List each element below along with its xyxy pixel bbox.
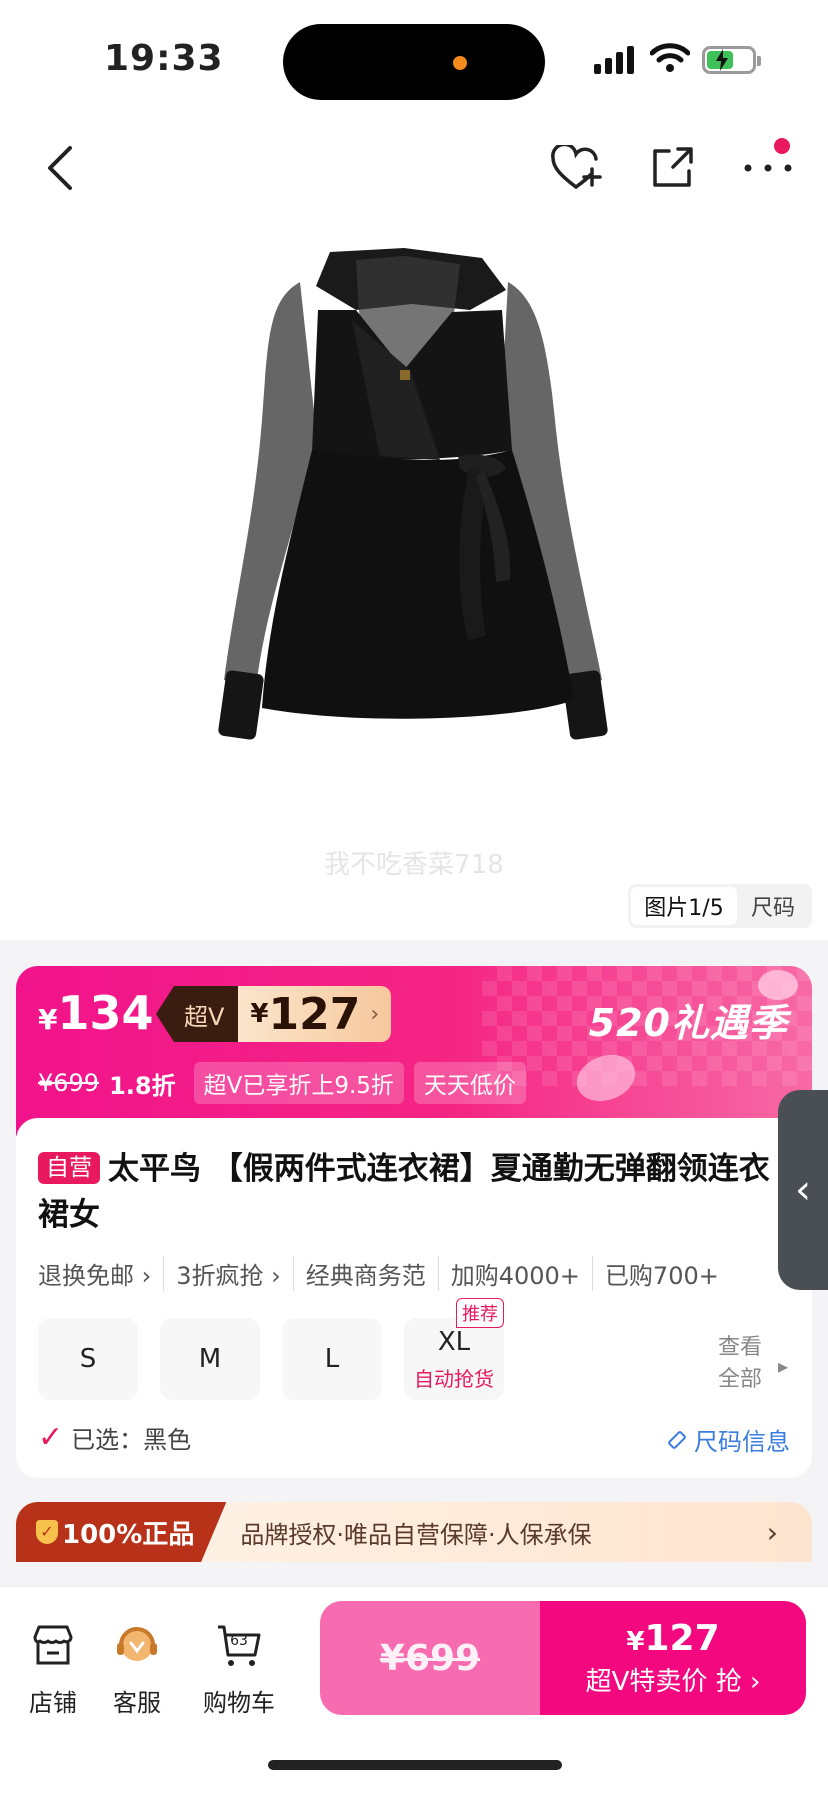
tag-style: 经典商务范 (292, 1256, 438, 1291)
tag-purchased-count: 已购700+ (591, 1256, 731, 1291)
cart-button[interactable]: 63 购物车 (194, 1621, 284, 1718)
superv-discount-chip: 超V已享折上9.5折 (193, 1062, 404, 1104)
season-title: 520礼遇季 (588, 1001, 788, 1045)
chevron-right-icon: › (766, 1516, 778, 1549)
size-option-xl[interactable]: 推荐 XL 自动抢货 (404, 1298, 504, 1400)
price-banner: ¥134 超V ¥127 › 520礼遇季 ¥699 1.8折 超V已享折上9.5… (16, 966, 812, 1136)
superv-label: 超V (156, 986, 239, 1042)
chevron-right-icon: › (370, 1001, 380, 1027)
chevron-right-icon: ▸ (778, 1354, 789, 1378)
battery-icon (702, 46, 761, 74)
signal-icon (594, 44, 636, 74)
tag-flash-sale[interactable]: 3折疯抢 › (163, 1256, 293, 1291)
cart-count: 63 (230, 1633, 248, 1649)
side-drawer-handle[interactable]: ‹ (778, 1090, 828, 1290)
buy-label: 超V特卖价 抢 › (585, 1667, 761, 1697)
tab-images[interactable]: 图片1/5 (631, 887, 737, 925)
dynamic-island (283, 24, 545, 100)
size-option-m[interactable]: M (160, 1318, 260, 1400)
daily-low-price-chip: 天天低价 (413, 1062, 526, 1104)
ruler-icon (668, 1430, 686, 1449)
current-price: ¥134 (38, 986, 154, 1040)
store-icon (33, 1625, 73, 1665)
wifi-icon (650, 43, 690, 72)
status-bar: 19:33 (0, 0, 828, 120)
size-info-link[interactable]: 尺码信息 (666, 1422, 790, 1457)
status-time: 19:33 (104, 38, 224, 79)
authentic-badge: ✓ 100%正品 (16, 1502, 227, 1562)
self-operated-badge: 自营 (38, 1152, 100, 1184)
auto-grab-label: 自动抢货 (414, 1366, 494, 1391)
product-info-card: 自营 太平鸟 【假两件式连衣裙】夏通勤无弹翻领连衣裙女 退换免邮 › 3折疯抢 ›… (16, 1118, 812, 1478)
recommended-badge: 推荐 (456, 1298, 504, 1328)
tab-size[interactable]: 尺码 (737, 890, 809, 922)
buy-price: 127 (644, 1618, 720, 1659)
superv-price: 127 (268, 988, 361, 1040)
favorite-add-icon[interactable] (546, 138, 606, 198)
recording-dot-icon (453, 56, 467, 70)
product-image[interactable] (0, 220, 828, 860)
product-tags: 退换免邮 › 3折疯抢 › 经典商务范 加购4000+ 已购700+ (38, 1256, 731, 1291)
size-option-l[interactable]: L (282, 1318, 382, 1400)
shield-icon: ✓ (36, 1520, 58, 1544)
view-all-sizes[interactable]: 查看全部 (718, 1332, 778, 1396)
original-price-button[interactable]: ¥699 (320, 1601, 540, 1715)
product-gallery[interactable]: 我不吃香菜718 图片1/5 尺码 (0, 220, 828, 940)
chevron-left-icon: ‹ (795, 1167, 811, 1213)
watermark: 我不吃香菜718 (324, 850, 504, 880)
tag-free-return[interactable]: 退换免邮 › (38, 1256, 163, 1291)
authenticity-banner[interactable]: ✓ 100%正品 品牌授权·唯品自营保障·人保承保 › (16, 1502, 812, 1562)
size-selector: S M L 推荐 XL 自动抢货 (38, 1298, 504, 1400)
selected-variant[interactable]: ✓ 已选：黑色 (38, 1420, 191, 1455)
product-title: 自营 太平鸟 【假两件式连衣裙】夏通勤无弹翻领连衣裙女 (38, 1151, 770, 1233)
notification-dot-icon (774, 138, 790, 154)
original-price: ¥699 (38, 1069, 100, 1097)
customer-service-icon (117, 1627, 157, 1661)
size-option-s[interactable]: S (38, 1318, 138, 1400)
home-indicator[interactable] (268, 1760, 562, 1770)
gallery-tabs: 图片1/5 尺码 (628, 884, 812, 928)
superv-price-pill[interactable]: 超V ¥127 › (156, 986, 392, 1042)
customer-service-button[interactable]: 客服 (92, 1621, 182, 1718)
back-icon[interactable] (30, 138, 90, 198)
authenticity-text: 品牌授权·唯品自营保障·人保承保 (240, 1520, 592, 1549)
buy-superv-button[interactable]: ¥127 超V特卖价 抢 › (540, 1601, 806, 1715)
tag-cart-count: 加购4000+ (437, 1256, 592, 1291)
check-icon: ✓ (38, 1420, 64, 1455)
discount-rate: 1.8折 (109, 1071, 176, 1100)
store-button[interactable]: 店铺 (8, 1621, 98, 1718)
top-nav (0, 120, 828, 220)
share-icon[interactable] (642, 138, 702, 198)
